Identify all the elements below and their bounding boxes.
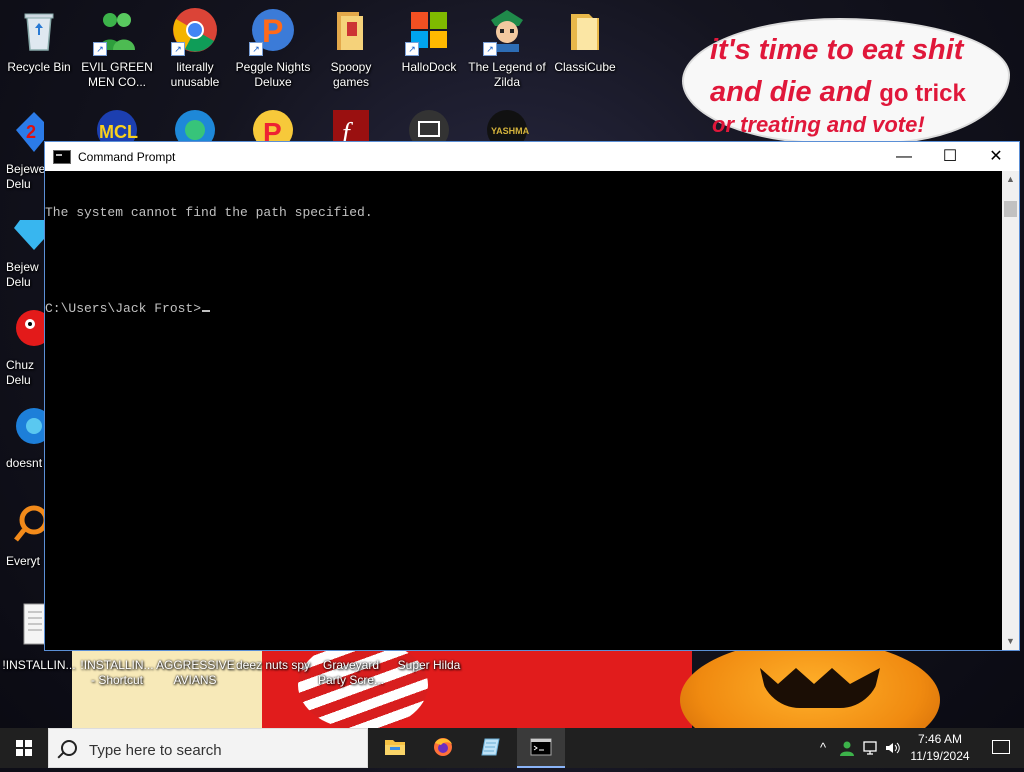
show-hidden-icons-chevron-icon[interactable]: ^ bbox=[814, 728, 832, 768]
file-explorer-icon bbox=[385, 740, 405, 755]
scroll-up-arrow-icon[interactable]: ▲ bbox=[1002, 171, 1019, 188]
desktop-icon-graveyard-party[interactable]: Graveyard Party Scre... bbox=[312, 652, 390, 688]
speech-line-1: it's time to eat shit bbox=[710, 34, 964, 66]
console-line: The system cannot find the path specifie… bbox=[45, 205, 373, 220]
taskbar-clock[interactable]: 7:46 AM 11/19/2024 bbox=[900, 731, 980, 765]
desktop-icon-evil-green-men[interactable]: ↗ EVIL GREEN MEN CO... bbox=[78, 6, 156, 90]
maximize-button[interactable]: ☐ bbox=[927, 142, 973, 171]
desktop-icon-doesnt[interactable]: doesnt bbox=[0, 402, 44, 471]
console-output[interactable]: The system cannot find the path specifie… bbox=[45, 171, 1002, 650]
speech-bubble-art: it's time to eat shit and die and go tri… bbox=[684, 20, 1008, 142]
window-titlebar[interactable]: Command Prompt — ☐ ✕ bbox=[45, 142, 1019, 171]
windows-logo-icon: ↗ bbox=[405, 6, 453, 56]
clock-time: 7:46 AM bbox=[917, 732, 963, 746]
desktop-icon-peggle-nights[interactable]: P ↗ Peggle Nights Deluxe bbox=[234, 6, 312, 90]
shortcut-arrow-icon: ↗ bbox=[483, 42, 497, 56]
zilda-icon: ↗ bbox=[483, 6, 531, 56]
diamond-icon bbox=[10, 206, 44, 254]
folder-icon bbox=[327, 6, 375, 54]
desktop-icon-super-hilda[interactable]: Super Hilda bbox=[390, 652, 468, 673]
command-prompt-icon bbox=[530, 738, 552, 756]
minimize-button[interactable]: — bbox=[881, 142, 927, 171]
vertical-scrollbar[interactable]: ▲ ▼ bbox=[1002, 171, 1019, 650]
console-prompt: C:\Users\Jack Frost> bbox=[45, 301, 202, 316]
shortcut-arrow-icon: ↗ bbox=[249, 42, 263, 56]
notification-center-button[interactable] bbox=[980, 728, 1024, 768]
notification-icon bbox=[992, 740, 1010, 754]
desktop-icon-legend-of-zilda[interactable]: ↗ The Legend of Zilda bbox=[468, 6, 546, 90]
text-cursor bbox=[202, 310, 211, 312]
search-input[interactable] bbox=[87, 737, 361, 763]
everything-search-icon bbox=[10, 500, 44, 548]
desktop-icon-literally-unusable[interactable]: ↗ literally unusable bbox=[156, 6, 234, 90]
window-title: Command Prompt bbox=[78, 149, 176, 164]
desktop-icon-aggressive-avians[interactable]: AGGRESSIVE AVIANS bbox=[156, 652, 235, 688]
speech-line-3: or treating and vote! bbox=[712, 112, 925, 137]
svg-text:2: 2 bbox=[26, 122, 36, 142]
taskbar-command-prompt[interactable] bbox=[517, 728, 565, 768]
chuzzle-icon bbox=[10, 304, 44, 352]
close-button[interactable]: ✕ bbox=[973, 142, 1019, 171]
command-prompt-window[interactable]: Command Prompt — ☐ ✕ The system cannot f… bbox=[44, 141, 1020, 651]
desktop-icon-bejeweled-2[interactable]: Bejew Delu bbox=[0, 206, 44, 290]
document-icon bbox=[10, 598, 44, 646]
shortcut-arrow-icon: ↗ bbox=[93, 42, 107, 56]
bejeweled-icon: 2 bbox=[10, 108, 44, 156]
folder-icon bbox=[561, 6, 609, 54]
volume-icon[interactable] bbox=[882, 728, 902, 768]
console-prompt-line: C:\Users\Jack Frost> bbox=[45, 301, 1002, 317]
green-men-icon: ↗ bbox=[93, 6, 141, 56]
desktop-icon-hallodock[interactable]: ↗ HalloDock bbox=[390, 6, 468, 75]
shortcut-arrow-icon: ↗ bbox=[171, 42, 185, 56]
clock-date: 11/19/2024 bbox=[910, 749, 970, 763]
desktop-icon-spoopy-games[interactable]: Spoopy games bbox=[312, 6, 390, 90]
search-icon bbox=[61, 740, 77, 756]
shortcut-arrow-icon: ↗ bbox=[405, 42, 419, 56]
desktop-icon-bejeweled-1[interactable]: 2 Bejewe Delu bbox=[0, 108, 44, 192]
speech-line-2: and die and go trick bbox=[710, 76, 966, 108]
scroll-down-arrow-icon[interactable]: ▼ bbox=[1002, 633, 1019, 650]
desktop-icon-installing[interactable] bbox=[0, 598, 44, 646]
user-people-icon[interactable] bbox=[836, 728, 858, 768]
desktop-icon-installing-label[interactable]: !INSTALLIN... bbox=[0, 652, 78, 673]
chrome-icon: ↗ bbox=[171, 6, 219, 56]
taskbar-file-explorer[interactable] bbox=[371, 728, 419, 768]
firefox-icon bbox=[434, 738, 452, 756]
desktop-icon-deez-nuts-spy[interactable]: deez nuts spy bbox=[234, 652, 312, 673]
windows-start-icon bbox=[16, 740, 32, 756]
desktop-icon-classicube[interactable]: ClassiCube bbox=[546, 6, 624, 75]
peggle-icon: P ↗ bbox=[249, 6, 297, 56]
taskbar-search-box[interactable] bbox=[48, 728, 368, 768]
recycle-bin-icon bbox=[15, 6, 63, 54]
taskbar-firefox[interactable] bbox=[419, 728, 467, 768]
edge-icon bbox=[10, 402, 44, 450]
taskbar: ^ 7:46 AM 11/19/2024 bbox=[0, 728, 1024, 768]
desktop-icon-chuzzle[interactable]: Chuz Delu bbox=[0, 304, 44, 388]
taskbar-notepad[interactable] bbox=[467, 728, 515, 768]
svg-text:YASHMA: YASHMA bbox=[491, 126, 530, 136]
svg-text:P: P bbox=[262, 13, 283, 49]
desktop-icon-installing-shortcut[interactable]: !INSTALLIN... - Shortcut bbox=[78, 652, 156, 688]
desktop-icon-recycle-bin[interactable]: Recycle Bin bbox=[0, 6, 78, 75]
start-button[interactable] bbox=[0, 728, 48, 768]
network-icon[interactable] bbox=[860, 728, 882, 768]
svg-text:MCL: MCL bbox=[99, 122, 138, 142]
command-prompt-icon bbox=[53, 149, 71, 164]
notepad-icon bbox=[481, 738, 500, 756]
scrollbar-thumb[interactable] bbox=[1004, 201, 1017, 217]
desktop-icon-everything[interactable]: Everyt bbox=[0, 500, 44, 569]
